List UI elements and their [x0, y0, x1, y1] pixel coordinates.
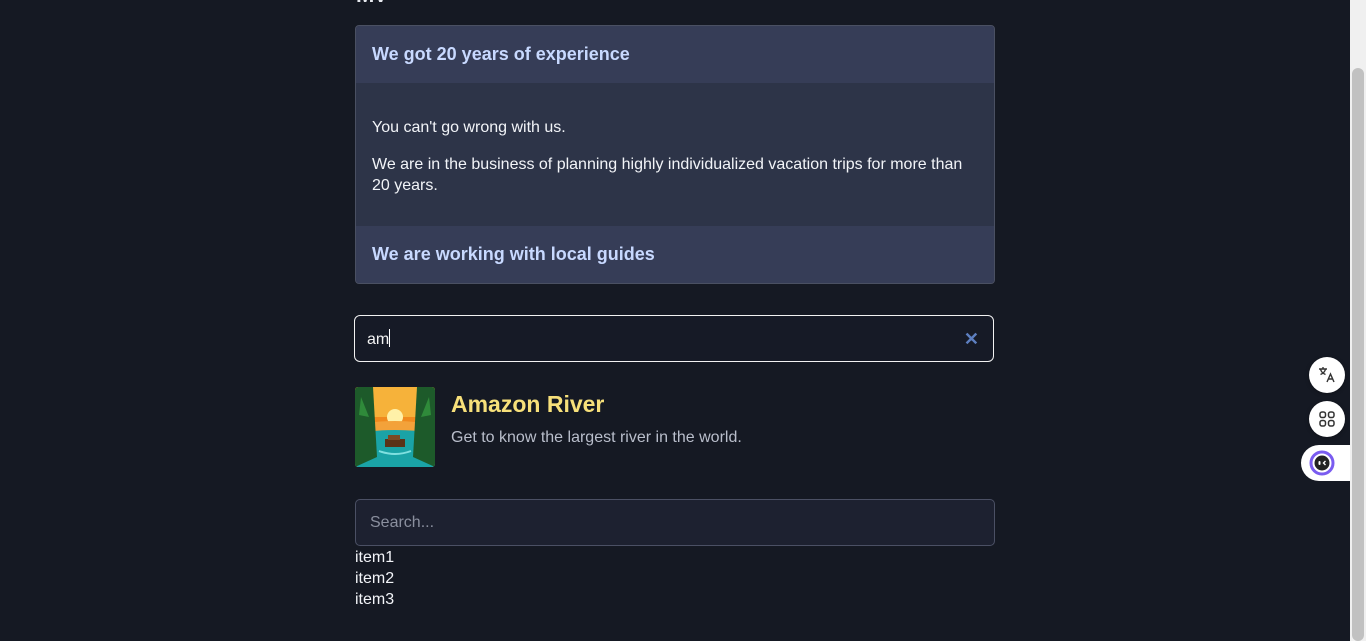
section-heading-partial: My [356, 0, 556, 2]
scrollbar-thumb[interactable] [1352, 68, 1364, 641]
search-result-item[interactable]: Amazon River Get to know the largest riv… [355, 387, 995, 467]
amazon-river-thumbnail [355, 387, 435, 467]
x-icon[interactable]: ✕ [964, 329, 979, 350]
accordion-title: We got 20 years of experience [372, 44, 630, 64]
assistant-icon[interactable] [1301, 445, 1351, 481]
accordion-header-local-guides[interactable]: We are working with local guides [356, 226, 994, 283]
result-description: Get to know the largest river in the wor… [451, 429, 742, 446]
text-caret [389, 328, 391, 347]
accordion-header-experience[interactable]: We got 20 years of experience [356, 26, 994, 83]
page-scrollbar[interactable] [1350, 0, 1366, 641]
list-search-field[interactable] [355, 499, 995, 546]
accordion-paragraph: You can't go wrong with us. [372, 119, 566, 136]
list-item: item3 [355, 591, 395, 608]
list-item: item1 [355, 549, 395, 566]
result-title: Amazon River [451, 391, 605, 417]
destination-search-input[interactable]: am ✕ [354, 315, 994, 362]
search-input[interactable] [368, 512, 972, 533]
item-list: item1 item2 item3 [355, 547, 394, 610]
accordion-panel-experience: You can't go wrong with us. We are in th… [356, 83, 994, 226]
accordion-title: We are working with local guides [372, 244, 655, 264]
translate-icon[interactable] [1309, 357, 1345, 393]
apps-grid-icon[interactable] [1309, 401, 1345, 437]
list-item: item2 [355, 570, 395, 587]
accordion-paragraph: We are in the business of planning highl… [372, 156, 963, 194]
faq-accordion: We got 20 years of experience You can't … [355, 25, 995, 284]
search-input-value: am [367, 328, 391, 348]
